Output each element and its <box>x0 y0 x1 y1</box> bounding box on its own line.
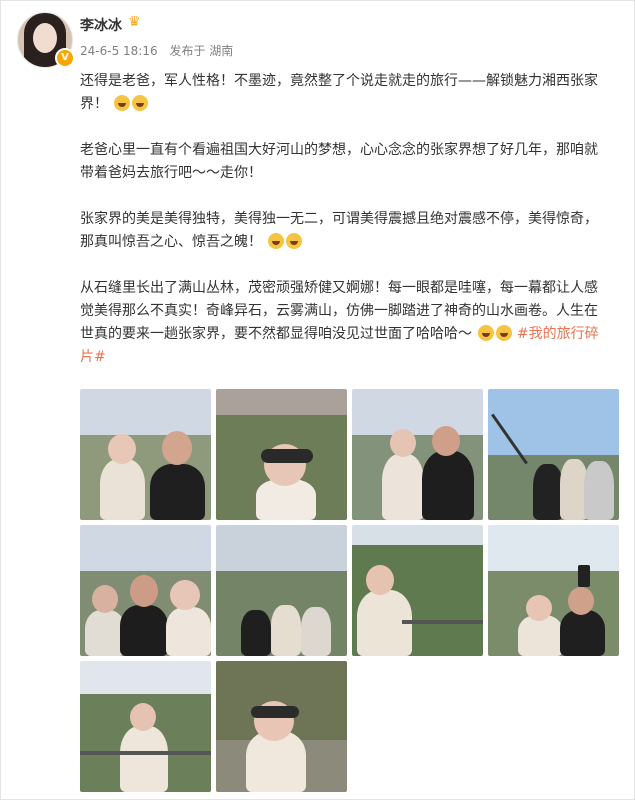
post-content: 还得是老爸，军人性格！不墨迹，竟然整了个说走就走的旅行——解锁魅力湘西张家界！ … <box>80 70 610 392</box>
v-badge-icon: V <box>55 48 75 68</box>
user-name[interactable]: 李冰冰 <box>80 15 122 35</box>
smile-emoji-icon <box>478 325 495 341</box>
post-meta: 24-6-5 18:16 发布于 湖南 <box>80 42 241 59</box>
paragraph-2: 老爸心里一直有个看遍祖国大好河山的梦想，心心念念的张家界想了好几年，那咱就带着爸… <box>80 142 598 181</box>
photo-8[interactable] <box>488 525 619 656</box>
photo-3[interactable] <box>352 389 483 520</box>
post-date[interactable]: 24-6-5 18:16 <box>80 44 158 58</box>
photo-10[interactable] <box>216 661 347 792</box>
post-source: 发布于 湖南 <box>169 44 234 58</box>
photo-6[interactable] <box>216 525 347 656</box>
crown-icon: ♛ <box>128 14 141 30</box>
photo-9[interactable] <box>80 661 211 792</box>
photo-2[interactable] <box>216 389 347 520</box>
laugh-emoji-icon <box>132 95 149 111</box>
surprise-emoji-icon <box>286 233 303 249</box>
paragraph-3: 张家界的美是美得独特，美得独一无二，可谓美得震撼且绝对震感不停，美得惊奇，那真叫… <box>80 211 598 250</box>
photo-7[interactable] <box>352 525 483 656</box>
photo-1[interactable] <box>80 389 211 520</box>
laugh-emoji-icon <box>114 95 131 111</box>
smile-emoji-icon <box>496 325 513 341</box>
photo-5[interactable] <box>80 525 211 656</box>
surprise-emoji-icon <box>268 233 285 249</box>
paragraph-1: 还得是老爸，军人性格！不墨迹，竟然整了个说走就走的旅行——解锁魅力湘西张家界！ <box>80 73 598 112</box>
photo-4[interactable] <box>488 389 619 520</box>
